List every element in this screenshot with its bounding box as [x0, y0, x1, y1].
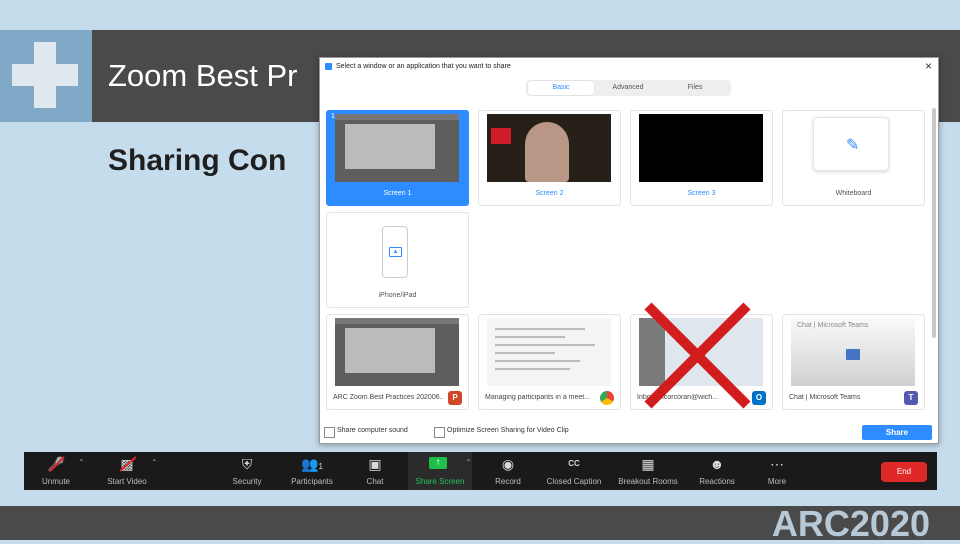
teams-icon: T: [904, 391, 918, 405]
pencil-icon: ✎: [846, 137, 860, 154]
reactions-button[interactable]: ☻ Reactions: [692, 452, 742, 490]
powerpoint-icon: P: [448, 391, 462, 405]
record-button[interactable]: ◉ Record: [486, 452, 530, 490]
screen-number: 3: [635, 113, 639, 120]
screen-number: 2: [483, 113, 487, 120]
record-icon: ◉: [501, 456, 515, 472]
tile-label: Screen 3: [687, 190, 716, 197]
teams-window-icon: [846, 349, 860, 360]
tile-label: Whiteboard: [835, 190, 872, 197]
red-x-mark-icon: [644, 302, 751, 409]
close-icon[interactable]: ×: [925, 59, 932, 73]
cc-icon: CC: [568, 459, 580, 468]
share-tile-screen-2[interactable]: 2 Screen 2: [478, 110, 621, 206]
more-icon: ⋯: [770, 456, 784, 472]
window-caption: Chat | Microsoft Teams: [797, 322, 869, 329]
meeting-toolbar: 🎤 Unmute ⌃ ▩ Start Video ⌃ ⛨ Security 👥1…: [24, 452, 937, 490]
chrome-icon: [600, 391, 614, 405]
chat-icon: ▣: [368, 456, 382, 472]
breakout-rooms-button[interactable]: ▦ Breakout Rooms: [614, 452, 682, 490]
tile-label: Screen 1: [383, 190, 412, 197]
chat-button[interactable]: ▣ Chat: [352, 452, 398, 490]
tile-label: iPhone/iPad: [378, 292, 417, 299]
video-options-caret[interactable]: ⌃: [151, 458, 158, 467]
plus-logo: [0, 30, 92, 122]
audio-options-caret[interactable]: ⌃: [78, 458, 85, 467]
share-screen-icon: ↑: [429, 457, 447, 469]
share-sound-label: Share computer sound: [337, 427, 408, 434]
slide-title: Zoom Best Pr: [108, 58, 298, 93]
share-screen-button[interactable]: ↑ Share Screen: [408, 452, 472, 490]
screen-thumbnail: [335, 114, 459, 182]
slide-footer: ARC2020: [0, 503, 960, 544]
slide-subtitle: Sharing Con: [108, 144, 287, 177]
tile-label: Screen 2: [535, 190, 564, 197]
tab-files[interactable]: Files: [662, 81, 728, 95]
share-tile-screen-3[interactable]: 3 Screen 3: [630, 110, 773, 206]
tab-advanced[interactable]: Advanced: [595, 81, 661, 95]
reactions-icon: ☻: [709, 456, 725, 472]
breakout-icon: ▦: [641, 456, 655, 472]
share-options-caret[interactable]: ⌃: [465, 458, 472, 467]
participants-button[interactable]: 👥1 Participants: [282, 452, 342, 490]
share-tile-iphone-ipad[interactable]: ▲ iPhone/iPad: [326, 212, 469, 308]
tile-label: Chat | Microsoft Teams: [789, 394, 861, 401]
share-tabs: Basic Advanced Files: [526, 80, 731, 96]
phone-icon: ▲: [382, 226, 408, 278]
airplay-icon: ▲: [389, 247, 402, 257]
screen-thumbnail: [487, 114, 611, 182]
dialog-title: Select a window or an application that y…: [336, 63, 511, 70]
participants-icon: 👥1: [301, 456, 323, 472]
share-button[interactable]: Share: [862, 425, 932, 440]
optimize-video-label: Optimize Screen Sharing for Video Clip: [447, 427, 569, 434]
share-tile-whiteboard[interactable]: ✎ Whiteboard: [782, 110, 925, 206]
window-thumbnail: [335, 318, 459, 386]
unmute-button[interactable]: 🎤 Unmute: [30, 452, 82, 490]
shield-icon: ⛨: [241, 456, 253, 472]
window-thumbnail: [487, 318, 611, 386]
share-tile-teams[interactable]: Chat | Microsoft Teams Chat | Microsoft …: [782, 314, 925, 410]
optimize-video-checkbox[interactable]: [434, 427, 445, 438]
share-tile-chrome[interactable]: Managing participants in a meet...: [478, 314, 621, 410]
participant-count: 1: [318, 462, 323, 471]
dialog-scrollbar[interactable]: [932, 108, 936, 338]
share-screen-dialog: Select a window or an application that y…: [319, 57, 939, 444]
tile-label: Managing participants in a meet...: [485, 394, 591, 401]
end-meeting-button[interactable]: End: [881, 462, 927, 482]
zoom-app-icon: [325, 63, 332, 70]
window-thumbnail: Chat | Microsoft Teams: [791, 318, 915, 386]
share-tile-powerpoint[interactable]: ARC Zoom Best Practices 202006... P: [326, 314, 469, 410]
share-sound-checkbox[interactable]: [324, 427, 335, 438]
tile-label: ARC Zoom Best Practices 202006...: [333, 394, 443, 401]
screen-number: 1: [331, 113, 335, 120]
screen-thumbnail: [639, 114, 763, 182]
security-button[interactable]: ⛨ Security: [222, 452, 272, 490]
start-video-button[interactable]: ▩ Start Video: [96, 452, 158, 490]
closed-caption-button[interactable]: CC Closed Caption: [540, 452, 608, 490]
brand-logo: ARC2020: [771, 503, 930, 544]
more-button[interactable]: ⋯ More: [754, 452, 800, 490]
tab-basic[interactable]: Basic: [528, 81, 594, 95]
dialog-footer: Share computer sound Optimize Screen Sha…: [320, 422, 938, 442]
share-tile-screen-1[interactable]: 1 Screen 1: [326, 110, 469, 206]
